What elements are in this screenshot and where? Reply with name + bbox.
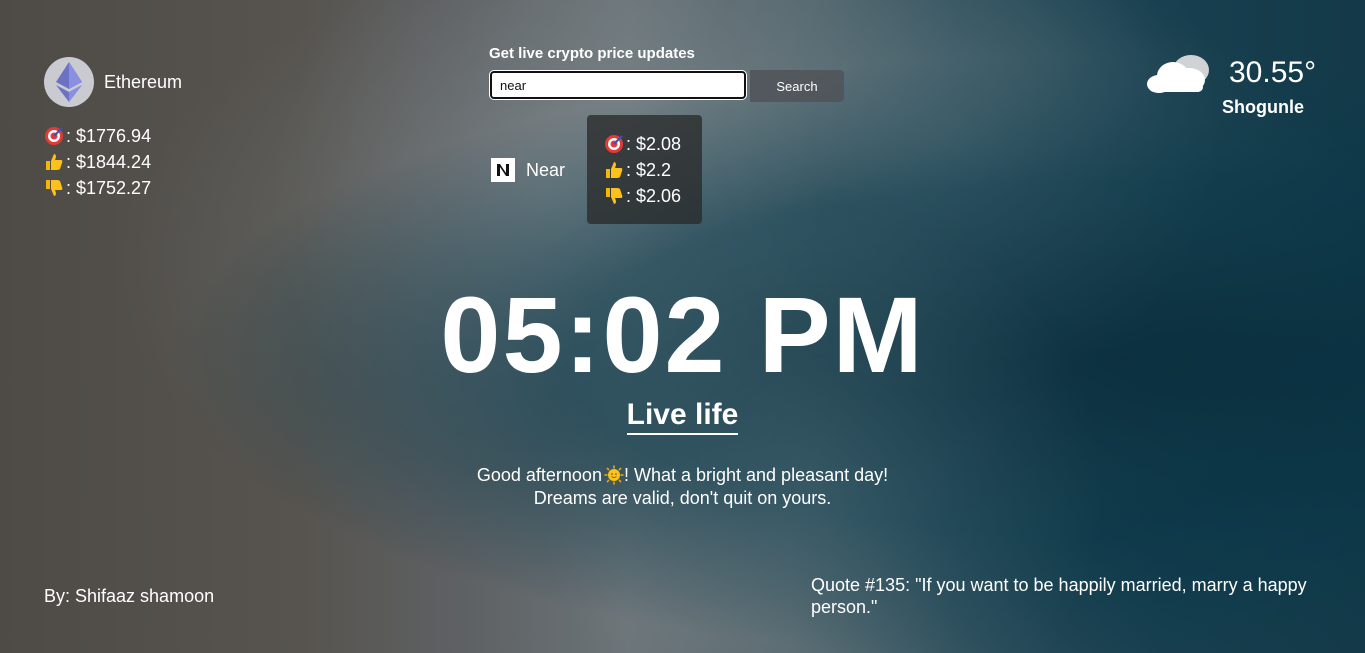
crypto-widget: Ethereum : $1776.94 : $1844.24 : $1752.2… bbox=[44, 57, 182, 201]
greeting-text: Good afternoon bbox=[476, 465, 602, 485]
target-icon bbox=[45, 127, 63, 145]
result-price-high: : $2.2 bbox=[626, 160, 672, 180]
heading-live-life: Live life bbox=[626, 398, 739, 435]
search-row: Search bbox=[489, 70, 844, 102]
price-high-row: : $1844.24 bbox=[44, 149, 182, 175]
price-current-row: : $2.08 bbox=[604, 131, 702, 157]
greeting-line-2: Dreams are valid, don't quit on yours. bbox=[533, 488, 832, 508]
ethereum-logo-icon bbox=[44, 57, 94, 107]
result-price-card: : $2.08 : $2.2 : $2.06 bbox=[587, 115, 702, 224]
result-name: Near bbox=[526, 159, 566, 180]
greeting-continued: ! What a bright and pleasant day! bbox=[623, 465, 889, 485]
crypto-name: Ethereum bbox=[104, 71, 183, 92]
thumbs-down-icon bbox=[606, 188, 623, 204]
cloud-icon bbox=[1147, 55, 1209, 93]
heading-container: Live life bbox=[0, 398, 1365, 435]
crypto-search: Get live crypto price updates Search Nea… bbox=[489, 45, 844, 224]
thumbs-down-icon bbox=[46, 180, 63, 196]
near-logo-icon bbox=[491, 158, 515, 182]
quote-text: Quote #135: "If you want to be happily m… bbox=[811, 575, 1307, 617]
greeting-line-1: Good afternoon ! What a bright and pleas… bbox=[0, 464, 1365, 487]
crypto-header: Ethereum bbox=[44, 57, 182, 107]
target-icon bbox=[605, 135, 623, 153]
price-low-row: : $1752.27 bbox=[44, 175, 182, 201]
price-current: : $1776.94 bbox=[66, 126, 152, 146]
price-high: : $1844.24 bbox=[66, 152, 152, 172]
weather-top: 30.55° bbox=[1143, 48, 1343, 98]
price-low: : $1752.27 bbox=[66, 178, 152, 198]
sun-icon bbox=[604, 465, 624, 485]
search-button[interactable]: Search bbox=[750, 70, 844, 102]
thumbs-up-icon bbox=[46, 154, 63, 170]
search-input[interactable] bbox=[489, 70, 747, 100]
greeting-message: Good afternoon ! What a bright and pleas… bbox=[0, 464, 1365, 510]
search-title: Get live crypto price updates bbox=[489, 45, 695, 62]
temperature: 30.55° bbox=[1229, 56, 1317, 89]
clock-time: 05:02 PM bbox=[440, 274, 925, 395]
search-result: Near : $2.08 : $2.2: $2.06 bbox=[489, 115, 709, 225]
photo-author: By: Shifaaz shamoon bbox=[44, 586, 215, 606]
weather-widget: 30.55° Shogunle bbox=[1143, 48, 1343, 117]
price-low-row: : $2.06 bbox=[604, 183, 702, 209]
price-current-row: : $1776.94 bbox=[44, 123, 182, 149]
weather-location: Shogunle bbox=[1222, 97, 1304, 117]
price-high-row: : $2.2 bbox=[604, 157, 702, 183]
thumbs-up-icon bbox=[606, 162, 623, 178]
result-header: Near bbox=[491, 158, 565, 182]
crypto-price-list: : $1776.94 : $1844.24 : $1752.27 bbox=[44, 123, 182, 201]
result-price-current: : $2.08 bbox=[626, 134, 682, 154]
result-price-low: : $2.06 bbox=[626, 186, 682, 206]
